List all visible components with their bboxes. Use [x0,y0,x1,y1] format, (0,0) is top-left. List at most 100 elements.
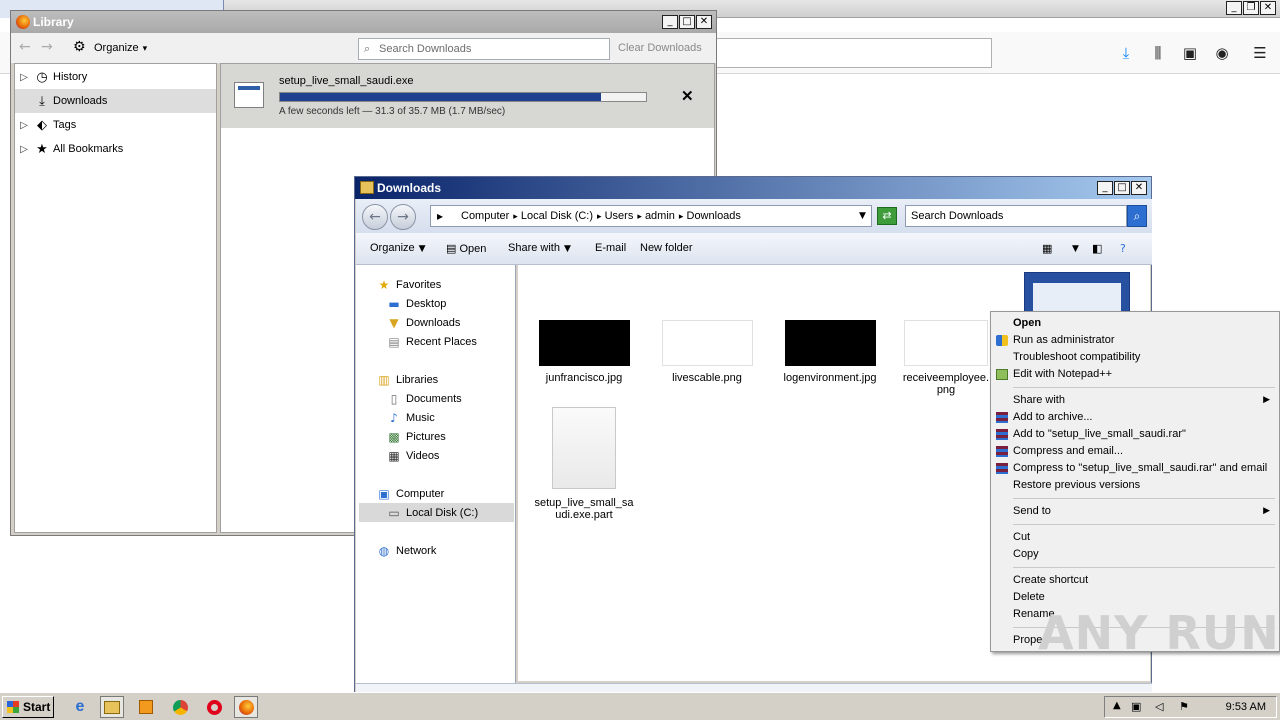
tree-music[interactable]: ♪ Music [386,408,435,427]
tag-icon: ⬖ [37,117,47,133]
menu-item-add-archive[interactable]: Add to archive... [992,409,1278,426]
tree-downloads[interactable]: ▼ Downloads [386,313,460,332]
sidebar-item-tags[interactable]: ▷ ⬖ Tags [15,113,216,137]
file-item[interactable]: receiveemployee.png [901,320,991,396]
menu-item-restore-versions[interactable]: Restore previous versions [992,477,1278,494]
menu-item-share-with[interactable]: Share with ▶ [992,392,1278,409]
menu-item-create-shortcut[interactable]: Create shortcut [992,572,1278,589]
preview-pane-icon[interactable]: ◧ [1092,242,1102,255]
tree-recent-places[interactable]: ▤ Recent Places [386,332,477,351]
download-item[interactable]: setup_live_small_saudi.exe A few seconds… [221,64,714,128]
minimize-icon[interactable]: _ [1226,1,1242,15]
sidebar-item-history[interactable]: ▷ ◷ History [15,65,216,89]
chrome-icon[interactable] [168,696,192,718]
new-folder-button[interactable]: New folder [640,242,693,254]
drive-icon: ▭ [388,505,400,520]
menu-item-copy[interactable]: Copy [992,546,1278,563]
minimize-icon[interactable]: _ [1097,181,1113,195]
forward-arrow-icon[interactable]: → [41,39,53,55]
organize-menu[interactable]: Organize ▾ [94,42,147,54]
start-button[interactable]: Start [2,696,54,718]
breadcrumb-users[interactable]: Users [605,210,634,222]
library-icon[interactable]: ⫼ [1148,44,1168,62]
tree-computer[interactable]: ▣ Computer [376,484,444,503]
search-icon[interactable]: ⌕ [1127,205,1147,227]
email-button[interactable]: E-mail [595,242,626,254]
tree-videos[interactable]: ▦ Videos [386,446,439,465]
expand-arrow-icon[interactable]: ▷ [15,144,33,155]
menu-item-compress-rar-email[interactable]: Compress to "setup_live_small_saudi.rar"… [992,460,1278,477]
sidebar-item-all-bookmarks[interactable]: ▷ ★ All Bookmarks [15,137,216,161]
cancel-download-icon[interactable]: ✕ [681,87,694,105]
account-icon[interactable]: ◉ [1212,44,1232,62]
back-arrow-icon[interactable]: ← [19,39,31,55]
file-item[interactable]: setup_live_small_saudi.exe.part [532,407,636,521]
tree-local-disk[interactable]: ▭ Local Disk (C:) [359,503,514,522]
network-tray-icon[interactable]: ▣ [1131,700,1141,713]
context-menu: Open Run as administrator Troubleshoot c… [990,311,1280,652]
tree-network[interactable]: ◍ Network [376,541,437,560]
restore-icon[interactable]: ❐ [1243,1,1259,15]
ie-icon[interactable]: e [68,696,92,718]
maximize-icon[interactable]: □ [1114,181,1130,195]
tree-desktop[interactable]: ▬ Desktop [386,294,446,313]
firefox-taskbar-icon[interactable] [234,696,258,718]
breadcrumb-downloads[interactable]: Downloads [687,210,741,222]
explorer-taskbar-icon[interactable] [100,696,124,718]
file-item[interactable]: livescable.png [655,320,759,384]
organize-button[interactable]: Organize ▼ [370,242,426,254]
firefox-url-bar[interactable] [700,38,992,68]
view-options-icon[interactable]: ▦ [1042,242,1052,255]
open-button[interactable]: ▤ Open [446,242,486,255]
chevron-down-icon[interactable]: ▼ [859,206,866,226]
sidebar-item-downloads[interactable]: ⤓ Downloads [15,89,216,113]
help-icon[interactable]: ? [1120,242,1126,255]
menu-item-cut[interactable]: Cut [992,529,1278,546]
minimize-icon[interactable]: _ [662,15,678,29]
breadcrumb-admin[interactable]: admin [645,210,675,222]
chevron-down-icon[interactable]: ▼ [1068,242,1079,254]
search-input[interactable]: Search Downloads [905,205,1127,227]
sidebar-icon[interactable]: ▣ [1180,44,1200,62]
tree-libraries[interactable]: ▥ Libraries [376,370,438,389]
menu-item-run-as-admin[interactable]: Run as administrator [992,332,1278,349]
menu-item-troubleshoot[interactable]: Troubleshoot compatibility [992,349,1278,366]
file-item[interactable]: junfrancisco.jpg [532,320,636,384]
breadcrumb-local-disk[interactable]: Local Disk (C:) [521,210,593,222]
menu-item-open[interactable]: Open [992,315,1278,332]
menu-item-add-rar[interactable]: Add to "setup_live_small_saudi.rar" [992,426,1278,443]
forward-button[interactable]: → [390,204,416,230]
address-bar[interactable]: ▸ Computer ▸ Local Disk (C:) ▸ Users ▸ admi… [430,205,872,227]
refresh-icon[interactable]: ⇄ [877,207,897,225]
volume-icon[interactable]: ◁ [1155,700,1163,713]
menu-item-delete[interactable]: Delete [992,589,1278,606]
menu-item-compress-email[interactable]: Compress and email... [992,443,1278,460]
clock[interactable]: 9:53 AM [1226,701,1266,713]
file-item[interactable]: logenvironment.jpg [778,320,882,384]
flag-icon[interactable]: ⚑ [1179,700,1189,713]
start-label: Start [23,700,51,714]
expand-arrow-icon[interactable]: ▷ [15,72,33,83]
tray-expand-icon[interactable]: ▲ [1113,700,1121,711]
media-player-icon[interactable] [134,696,158,718]
tree-documents[interactable]: ▯ Documents [386,389,462,408]
close-icon[interactable]: ✕ [1131,181,1147,195]
menu-item-notepad[interactable]: Edit with Notepad++ [992,366,1278,383]
menu-icon[interactable]: ☰ [1250,44,1270,62]
library-search-input[interactable]: ⌕ Search Downloads [358,38,610,60]
share-with-button[interactable]: Share with ▼ [508,242,571,254]
download-arrow-icon[interactable]: ⤓ [1116,44,1136,62]
close-icon[interactable]: ✕ [1260,1,1276,15]
tree-favorites[interactable]: ★ Favorites [376,275,442,294]
tree-pictures[interactable]: ▩ Pictures [386,427,445,446]
opera-icon[interactable] [202,696,226,718]
clear-downloads-button[interactable]: Clear Downloads [618,42,702,54]
breadcrumb-computer[interactable]: Computer [461,210,509,222]
maximize-icon[interactable]: □ [679,15,695,29]
back-button[interactable]: ← [362,204,388,230]
menu-item-send-to[interactable]: Send to ▶ [992,503,1278,520]
download-filename: setup_live_small_saudi.exe [279,75,414,87]
close-icon[interactable]: ✕ [696,15,712,29]
expand-arrow-icon[interactable]: ▷ [15,120,33,131]
submenu-arrow-icon: ▶ [1263,506,1270,516]
